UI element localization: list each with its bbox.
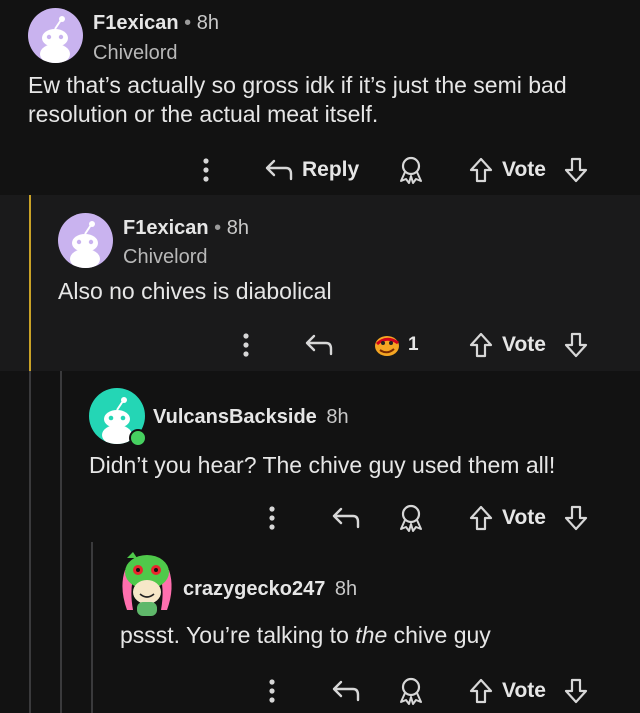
comment-actions: Reply Vote (0, 150, 640, 190)
comment-4: crazygecko247 8h pssst. You’re talking t… (0, 542, 640, 713)
timestamp: 8h (226, 217, 249, 239)
downvote-arrow-icon (564, 678, 588, 704)
downvote-arrow-icon (564, 157, 588, 183)
username[interactable]: crazygecko247 8h (183, 578, 357, 601)
comment-body-line: resolution or the actual meat itself. (28, 101, 379, 127)
vote-label: Vote (502, 506, 546, 529)
comment-body-text: pssst. You’re talking to (120, 622, 356, 648)
upvote-button[interactable]: Vote (468, 325, 546, 365)
comment-actions: 1 Vote (0, 325, 640, 365)
award-icon (400, 504, 422, 532)
reply-icon (332, 680, 360, 702)
timestamp: 8h (326, 406, 349, 428)
comment-body-emphasis: the (355, 622, 388, 648)
reply-button[interactable] (304, 325, 334, 365)
separator-dot: • (208, 217, 227, 239)
award-button[interactable]: 1 (372, 325, 419, 365)
user-flair: Chivelord (93, 42, 178, 64)
comment-body: Also no chives is diabolical (58, 278, 332, 304)
comment-1: F1exican • 8h Chivelord Ew that’s actual… (0, 0, 640, 195)
comment-3: VulcansBackside 8h Didn’t you hear? The … (0, 371, 640, 542)
downvote-arrow-icon (564, 332, 588, 358)
user-flair: Chivelord (123, 246, 208, 268)
award-button[interactable] (396, 150, 426, 190)
upvote-button[interactable]: Vote (468, 498, 546, 538)
comment-actions: Vote (0, 671, 640, 711)
comment-actions: Vote (0, 498, 640, 538)
reply-icon (332, 507, 360, 529)
award-button[interactable] (396, 498, 426, 538)
more-options-icon (269, 679, 275, 703)
downvote-button[interactable] (563, 150, 589, 190)
comment-2: F1exican • 8h Chivelord Also no chives i… (0, 195, 640, 371)
award-emoji-icon (375, 336, 399, 356)
more-options-button[interactable] (264, 671, 280, 711)
upvote-button[interactable]: Vote (468, 671, 546, 711)
vote-label: Vote (502, 158, 546, 181)
more-options-button[interactable] (238, 325, 254, 365)
more-options-button[interactable] (264, 498, 280, 538)
separator-dot: • (178, 12, 197, 34)
award-count: 1 (408, 334, 419, 355)
username-text[interactable]: F1exican (123, 217, 209, 239)
more-options-icon (243, 333, 249, 357)
upvote-arrow-icon (469, 505, 493, 531)
more-options-button[interactable] (198, 150, 214, 190)
reply-button[interactable]: Reply (264, 150, 359, 190)
username-text[interactable]: F1exican (93, 12, 179, 34)
timestamp: 8h (196, 12, 219, 34)
username[interactable]: F1exican • 8h (123, 217, 249, 240)
upvote-arrow-icon (469, 678, 493, 704)
username[interactable]: VulcansBackside 8h (153, 406, 349, 429)
username-text[interactable]: VulcansBackside (153, 406, 317, 428)
username[interactable]: F1exican • 8h (93, 12, 219, 35)
reply-label[interactable]: Reply (302, 158, 359, 182)
comment-body: Ew that’s actually so gross idk if it’s … (28, 71, 567, 129)
downvote-arrow-icon (564, 505, 588, 531)
upvote-arrow-icon (469, 157, 493, 183)
vote-label: Vote (502, 679, 546, 702)
award-button[interactable] (396, 671, 426, 711)
online-indicator (129, 429, 147, 447)
avatar[interactable] (117, 548, 177, 620)
comment-body: Didn’t you hear? The chive guy used them… (89, 452, 556, 478)
username-text[interactable]: crazygecko247 (183, 578, 325, 600)
comment-body: pssst. You’re talking to the chive guy (120, 621, 491, 650)
downvote-button[interactable] (563, 671, 589, 711)
downvote-button[interactable] (563, 498, 589, 538)
avatar[interactable] (28, 8, 83, 63)
award-icon (400, 677, 422, 705)
timestamp: 8h (334, 578, 358, 600)
vote-label: Vote (502, 333, 546, 356)
reply-icon (265, 159, 293, 181)
avatar[interactable] (58, 213, 113, 268)
comment-body-text: chive guy (387, 622, 491, 648)
reply-button[interactable] (331, 671, 361, 711)
upvote-button[interactable]: Vote (468, 150, 546, 190)
reply-icon (305, 334, 333, 356)
more-options-icon (203, 158, 209, 182)
upvote-arrow-icon (469, 332, 493, 358)
more-options-icon (269, 506, 275, 530)
downvote-button[interactable] (563, 325, 589, 365)
reply-button[interactable] (331, 498, 361, 538)
award-icon (400, 156, 422, 184)
comment-body-line: Ew that’s actually so gross idk if it’s … (28, 72, 567, 98)
